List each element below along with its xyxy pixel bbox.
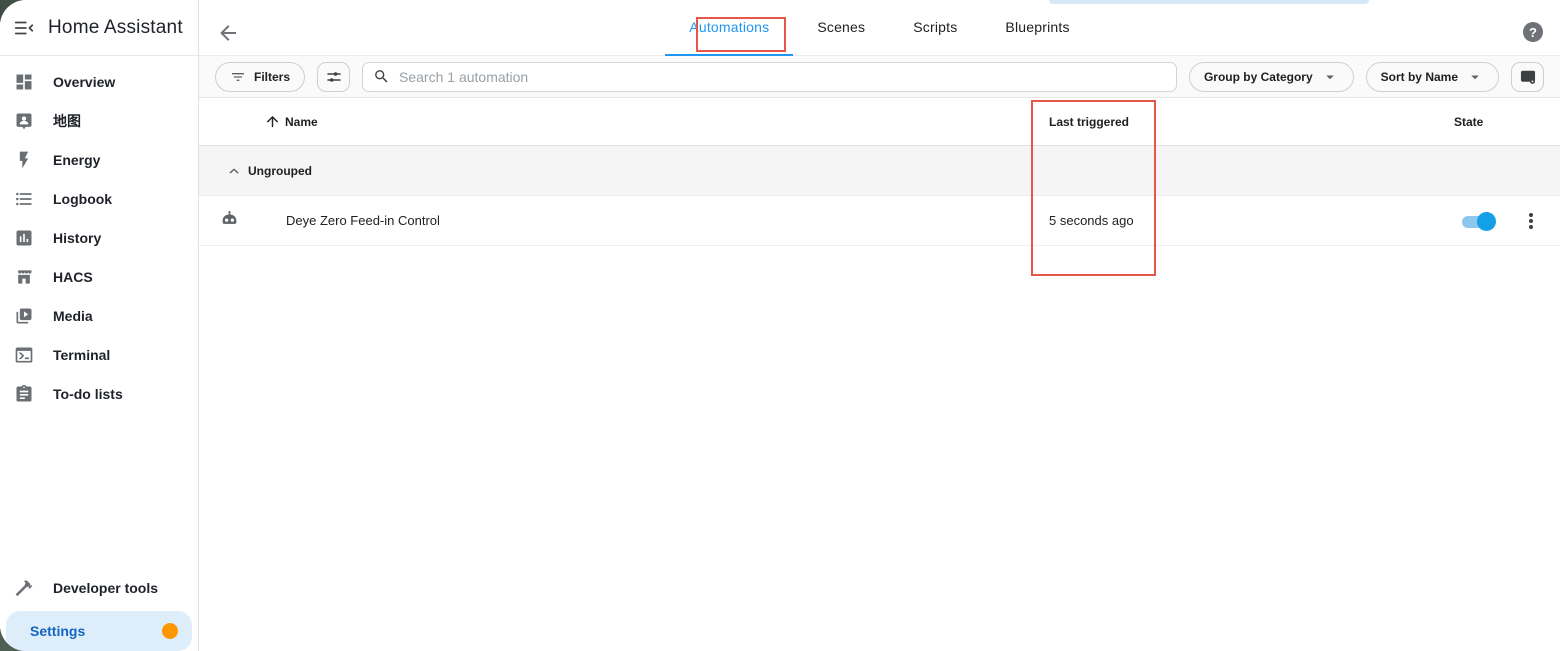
sidebar-item-label: Energy <box>53 152 100 168</box>
sidebar-item-energy[interactable]: Energy <box>0 140 198 179</box>
sidebar-item-todo-lists[interactable]: To-do lists <box>0 374 198 413</box>
energy-icon <box>14 150 34 170</box>
sidebar-item-label: Terminal <box>53 347 110 363</box>
automation-name: Deye Zero Feed-in Control <box>286 196 440 245</box>
sidebar: Home Assistant Overview 地图 Energy <box>0 0 199 651</box>
filters-button[interactable]: Filters <box>215 62 305 92</box>
column-header-name[interactable]: Name <box>264 98 318 145</box>
hacs-storefront-icon <box>14 267 34 287</box>
app-title: Home Assistant <box>48 17 183 39</box>
column-header-label: Last triggered <box>1049 115 1129 129</box>
sidebar-item-label: Developer tools <box>53 580 158 596</box>
sidebar-bottom: Developer tools Settings <box>0 568 198 651</box>
table-header: Name Last triggered State <box>199 98 1560 146</box>
todo-clipboard-icon <box>14 384 34 404</box>
sidebar-item-label: Overview <box>53 74 115 90</box>
column-header-state[interactable]: State <box>1454 98 1483 145</box>
developer-tools-hammer-icon <box>14 578 34 598</box>
tab-bar: Automations Scenes Scripts Blueprints <box>665 0 1093 56</box>
search-input[interactable] <box>399 69 1166 85</box>
empty-area <box>199 246 1560 651</box>
dashboard-icon <box>14 72 34 92</box>
column-header-last-triggered[interactable]: Last triggered <box>1049 98 1129 145</box>
map-icon <box>14 111 34 131</box>
help-icon[interactable]: ? <box>1523 22 1543 42</box>
search-box <box>362 62 1177 92</box>
filter-icon <box>230 69 246 85</box>
sidebar-item-overview[interactable]: Overview <box>0 62 198 101</box>
sidebar-item-label: Settings <box>30 623 85 639</box>
table-settings-button[interactable] <box>1511 62 1544 92</box>
sidebar-item-logbook[interactable]: Logbook <box>0 179 198 218</box>
sidebar-item-map[interactable]: 地图 <box>0 101 198 140</box>
column-header-label: State <box>1454 115 1483 129</box>
sidebar-item-label: 地图 <box>53 111 81 131</box>
tab-automations[interactable]: Automations <box>665 0 793 56</box>
search-icon <box>373 68 390 85</box>
history-icon <box>14 228 34 248</box>
toolbar: Filters Group by Category Sort by Name <box>199 56 1560 98</box>
sidebar-item-developer-tools[interactable]: Developer tools <box>0 568 198 607</box>
chevron-down-icon <box>1321 68 1339 86</box>
sidebar-item-settings[interactable]: Settings <box>6 611 192 651</box>
tab-scenes[interactable]: Scenes <box>793 0 889 56</box>
filters-button-label: Filters <box>254 70 290 84</box>
toggle-knob <box>1477 212 1496 231</box>
group-by-label: Group by Category <box>1204 70 1313 84</box>
back-arrow-icon[interactable] <box>216 21 240 45</box>
sidebar-item-terminal[interactable]: Terminal <box>0 335 198 374</box>
row-menu-icon[interactable] <box>1519 209 1543 233</box>
sidebar-item-label: History <box>53 230 101 246</box>
sliders-icon <box>325 68 343 86</box>
group-by-button[interactable]: Group by Category <box>1189 62 1354 92</box>
sidebar-item-history[interactable]: History <box>0 218 198 257</box>
automation-last-triggered: 5 seconds ago <box>1049 196 1134 245</box>
column-settings-button[interactable] <box>317 62 350 92</box>
sidebar-toggle-icon[interactable] <box>12 16 36 40</box>
tab-scripts[interactable]: Scripts <box>889 0 981 56</box>
logbook-icon <box>14 189 34 209</box>
sidebar-header: Home Assistant <box>0 0 198 56</box>
sidebar-item-media[interactable]: Media <box>0 296 198 335</box>
table-gear-icon <box>1519 68 1537 86</box>
sidebar-item-label: Logbook <box>53 191 112 207</box>
state-toggle[interactable] <box>1462 212 1496 231</box>
sort-by-button[interactable]: Sort by Name <box>1366 62 1499 92</box>
group-label: Ungrouped <box>248 146 312 195</box>
sort-arrow-up-icon <box>264 113 281 130</box>
sidebar-item-label: To-do lists <box>53 386 123 402</box>
group-row-ungrouped[interactable]: Ungrouped <box>199 146 1560 196</box>
chevron-down-icon <box>1466 68 1484 86</box>
sort-by-label: Sort by Name <box>1381 70 1458 84</box>
sidebar-item-hacs[interactable]: HACS <box>0 257 198 296</box>
column-header-label: Name <box>285 115 318 129</box>
sidebar-item-label: HACS <box>53 269 93 285</box>
home-assistant-window: Home Assistant Overview 地图 Energy <box>0 0 1560 651</box>
sidebar-nav: Overview 地图 Energy Logbook History <box>0 56 198 413</box>
media-icon <box>14 306 34 326</box>
top-highlight-decoration <box>1049 0 1369 4</box>
topbar: Automations Scenes Scripts Blueprints ? <box>199 0 1560 56</box>
main-content: Automations Scenes Scripts Blueprints ? … <box>199 0 1560 651</box>
sidebar-item-label: Media <box>53 308 93 324</box>
chevron-up-icon <box>225 162 243 180</box>
notification-badge <box>162 623 178 639</box>
terminal-icon <box>14 345 34 365</box>
tab-blueprints[interactable]: Blueprints <box>981 0 1093 56</box>
robot-icon <box>219 210 240 231</box>
table-row[interactable]: Deye Zero Feed-in Control 5 seconds ago <box>199 196 1560 246</box>
